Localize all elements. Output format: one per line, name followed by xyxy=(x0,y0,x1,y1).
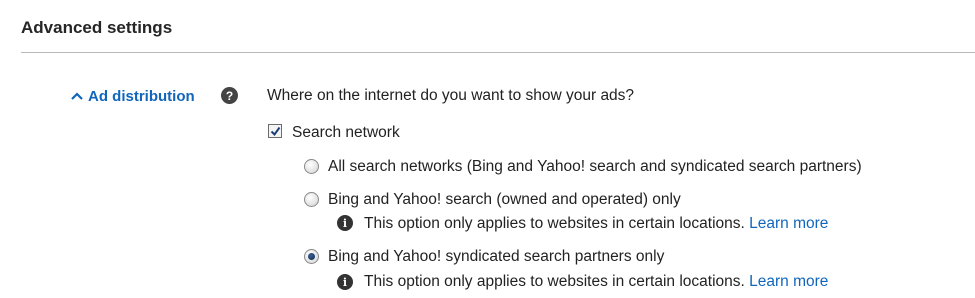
search-network-checkbox[interactable] xyxy=(268,124,282,138)
ad-distribution-label: Ad distribution xyxy=(88,87,195,105)
search-network-label: Search network xyxy=(292,124,400,141)
location-note: This option only applies to websites in … xyxy=(364,215,828,233)
radio-syndicated-partners[interactable] xyxy=(304,249,319,264)
chevron-up-icon xyxy=(71,92,83,100)
learn-more-link[interactable]: Learn more xyxy=(749,215,828,232)
checkmark-icon xyxy=(270,126,281,137)
learn-more-link[interactable]: Learn more xyxy=(749,273,828,290)
option-all-search-networks-label: All search networks (Bing and Yahoo! sea… xyxy=(328,158,862,175)
question-circle-icon[interactable]: ? xyxy=(221,87,238,104)
location-note-text: This option only applies to websites in … xyxy=(364,273,745,290)
radio-selected-dot xyxy=(308,253,315,260)
ad-distribution-toggle[interactable]: Ad distribution xyxy=(70,86,195,106)
location-note: This option only applies to websites in … xyxy=(364,273,828,291)
radio-all-search-networks[interactable] xyxy=(304,159,319,174)
location-note-text: This option only applies to websites in … xyxy=(364,215,745,232)
option-owned-and-operated-label: Bing and Yahoo! search (owned and operat… xyxy=(328,191,681,208)
section-divider xyxy=(21,52,975,53)
ad-distribution-question: Where on the internet do you want to sho… xyxy=(267,87,635,104)
section-title: Advanced settings xyxy=(21,18,173,37)
option-syndicated-partners-label: Bing and Yahoo! syndicated search partne… xyxy=(328,248,665,265)
info-icon: i xyxy=(337,274,353,290)
radio-owned-and-operated[interactable] xyxy=(304,192,319,207)
info-icon: i xyxy=(337,215,353,231)
